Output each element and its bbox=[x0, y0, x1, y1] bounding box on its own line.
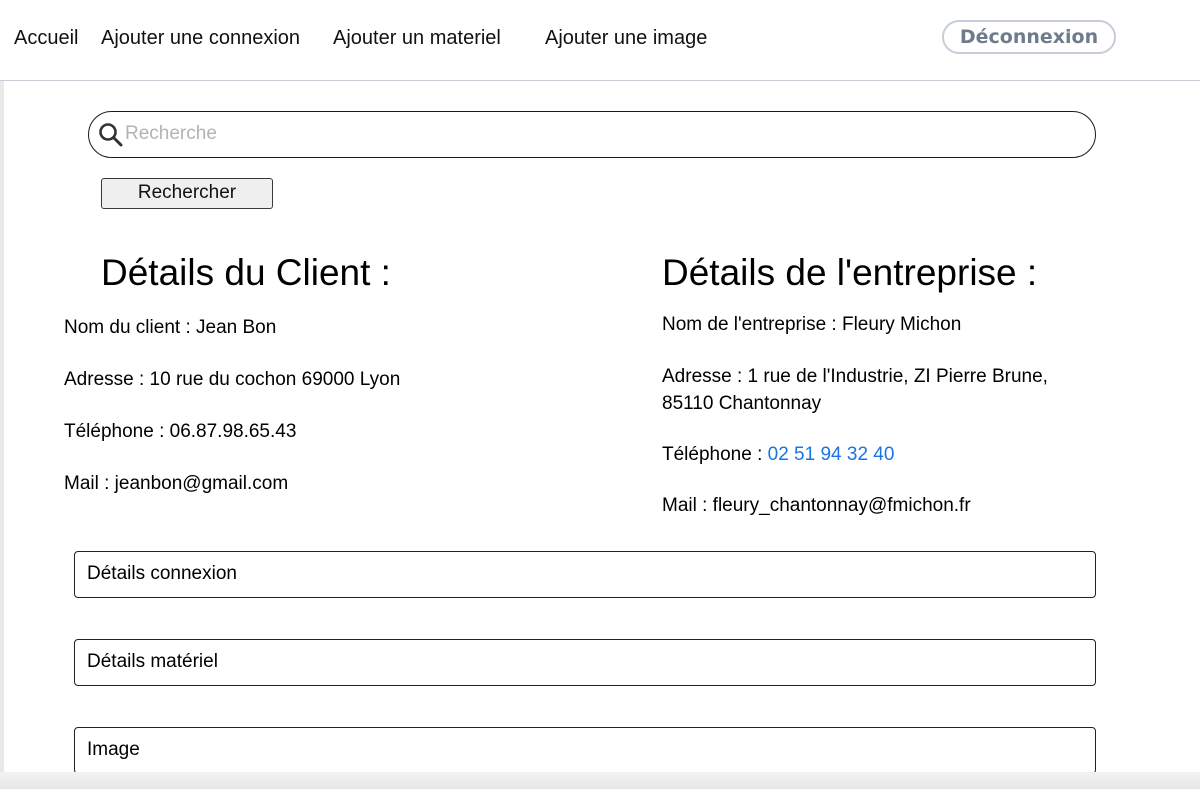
panel-material-details[interactable]: Détails matériel bbox=[74, 639, 1096, 686]
search-input[interactable] bbox=[125, 120, 1065, 148]
panel-connection-details[interactable]: Détails connexion bbox=[74, 551, 1096, 598]
company-phone-link[interactable]: 02 51 94 32 40 bbox=[768, 444, 895, 465]
nav-add-connection-link[interactable]: Ajouter une connexion bbox=[101, 26, 300, 50]
company-name: Nom de l'entreprise : Fleury Michon bbox=[662, 314, 962, 335]
client-mail: Mail : jeanbon@gmail.com bbox=[64, 473, 289, 494]
panel-label: Détails connexion bbox=[87, 563, 237, 584]
panel-label: Image bbox=[87, 739, 140, 760]
company-details-title: Détails de l'entreprise : bbox=[662, 252, 1038, 293]
page: Accueil Ajouter une connexion Ajouter un… bbox=[0, 0, 1200, 789]
company-phone-label: Téléphone : bbox=[662, 444, 768, 465]
top-nav: Accueil Ajouter une connexion Ajouter un… bbox=[0, 0, 1200, 81]
nav-add-image-link[interactable]: Ajouter une image bbox=[545, 26, 707, 50]
client-name: Nom du client : Jean Bon bbox=[64, 317, 277, 338]
panel-label: Détails matériel bbox=[87, 651, 218, 672]
search-bar[interactable] bbox=[88, 111, 1096, 158]
window-edge bbox=[0, 0, 4, 789]
company-phone: Téléphone : 02 51 94 32 40 bbox=[662, 441, 894, 468]
window-bottom-edge bbox=[0, 772, 1200, 789]
company-address: Adresse : 1 rue de l'Industrie, ZI Pierr… bbox=[662, 366, 1048, 414]
panel-image[interactable]: Image bbox=[74, 727, 1096, 774]
client-details-title: Détails du Client : bbox=[101, 252, 391, 293]
search-icon bbox=[99, 123, 123, 147]
nav-add-material-link[interactable]: Ajouter un materiel bbox=[333, 26, 501, 50]
logout-button[interactable]: Déconnexion bbox=[942, 20, 1116, 54]
client-phone: Téléphone : 06.87.98.65.43 bbox=[64, 421, 297, 442]
search-button[interactable]: Rechercher bbox=[101, 178, 273, 209]
client-address: Adresse : 10 rue du cochon 69000 Lyon bbox=[64, 369, 401, 390]
nav-home-link[interactable]: Accueil bbox=[14, 26, 78, 50]
company-mail: Mail : fleury_chantonnay@fmichon.fr bbox=[662, 495, 971, 516]
